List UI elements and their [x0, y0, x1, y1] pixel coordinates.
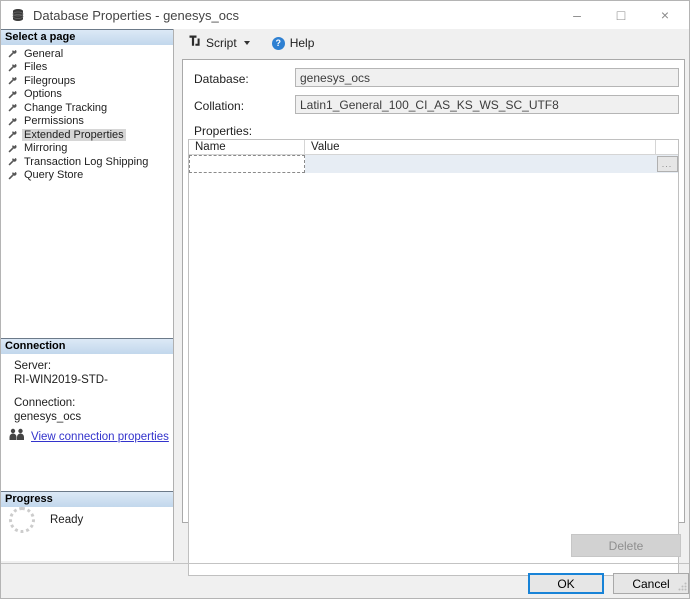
minimize-button[interactable]: –	[555, 1, 599, 29]
connection-label: Connection:	[14, 396, 169, 410]
progress-status: Ready	[50, 514, 83, 526]
grid-header-row: Name Value	[189, 140, 678, 155]
collation-label: Collation:	[194, 99, 244, 113]
sidebar: Select a page General Files Filegroups O…	[1, 29, 174, 561]
script-dropdown-caret-icon[interactable]	[244, 41, 250, 45]
wrench-icon	[8, 117, 17, 126]
extended-properties-page: Database: Collation: Properties: Name Va…	[182, 59, 685, 523]
grid-column-value[interactable]: Value	[305, 140, 656, 154]
sidebar-item-permissions[interactable]: Permissions	[1, 115, 173, 129]
help-label: Help	[290, 36, 315, 50]
wrench-icon	[8, 63, 17, 72]
sidebar-item-files[interactable]: Files	[1, 61, 173, 75]
script-icon	[188, 34, 201, 52]
collation-field[interactable]	[295, 95, 679, 114]
grid-column-actions	[656, 140, 678, 154]
wrench-icon	[8, 103, 17, 112]
script-label: Script	[206, 36, 237, 50]
connection-header: Connection	[1, 338, 173, 354]
properties-label: Properties:	[194, 124, 252, 138]
window-title: Database Properties - genesys_ocs	[33, 8, 239, 23]
view-connection-properties-row: View connection properties	[8, 428, 169, 446]
server-label: Server:	[14, 359, 169, 373]
script-button[interactable]: Script	[184, 32, 254, 54]
grid-cell-value[interactable]	[305, 155, 656, 173]
database-properties-dialog: Database Properties - genesys_ocs – □ × …	[0, 0, 690, 599]
sidebar-item-extended-properties[interactable]: Extended Properties	[1, 128, 173, 142]
grid-row: ...	[189, 155, 678, 173]
database-field[interactable]	[295, 68, 679, 87]
progress-spinner-icon	[9, 507, 35, 533]
properties-grid: Name Value ...	[188, 139, 679, 576]
sidebar-item-query-store[interactable]: Query Store	[1, 169, 173, 183]
grid-cell-name[interactable]	[189, 155, 305, 173]
sidebar-item-label: Change Tracking	[22, 102, 109, 114]
view-connection-properties-link[interactable]: View connection properties	[31, 431, 169, 443]
ok-button[interactable]: OK	[528, 573, 604, 594]
wrench-icon	[8, 144, 17, 153]
sidebar-item-label: Permissions	[22, 115, 86, 127]
page-list: General Files Filegroups Options Change …	[1, 47, 173, 182]
ellipsis-button[interactable]: ...	[657, 156, 678, 172]
close-button[interactable]: ×	[643, 1, 687, 29]
connection-properties-icon	[8, 428, 26, 446]
sidebar-item-label: Filegroups	[22, 75, 77, 87]
connection-value: genesys_ocs	[14, 410, 169, 424]
sidebar-item-label: General	[22, 48, 65, 60]
select-a-page-header: Select a page	[1, 29, 173, 45]
progress-header: Progress	[1, 491, 173, 507]
sidebar-item-transaction-log-shipping[interactable]: Transaction Log Shipping	[1, 155, 173, 169]
maximize-button[interactable]: □	[599, 1, 643, 29]
grid-column-name[interactable]: Name	[189, 140, 305, 154]
toolbar: Script ? Help	[174, 29, 689, 57]
wrench-icon	[8, 90, 17, 99]
wrench-icon	[8, 171, 17, 180]
grid-cell-actions: ...	[656, 155, 678, 173]
database-icon	[11, 8, 25, 22]
help-icon: ?	[272, 37, 285, 50]
sidebar-item-label: Query Store	[22, 169, 85, 181]
wrench-icon	[8, 76, 17, 85]
resize-grip[interactable]	[678, 578, 687, 596]
wrench-icon	[8, 49, 17, 58]
progress-status-row: Ready	[9, 507, 83, 533]
footer-divider	[1, 563, 689, 564]
sidebar-item-mirroring[interactable]: Mirroring	[1, 142, 173, 156]
database-label: Database:	[194, 72, 249, 86]
sidebar-item-change-tracking[interactable]: Change Tracking	[1, 101, 173, 115]
wrench-icon	[8, 130, 17, 139]
wrench-icon	[8, 157, 17, 166]
sidebar-item-options[interactable]: Options	[1, 88, 173, 102]
delete-button[interactable]: Delete	[571, 534, 681, 557]
sidebar-item-general[interactable]: General	[1, 47, 173, 61]
sidebar-item-label: Options	[22, 88, 64, 100]
sidebar-item-label: Transaction Log Shipping	[22, 156, 150, 168]
sidebar-item-label: Extended Properties	[22, 129, 126, 141]
sidebar-item-label: Mirroring	[22, 142, 69, 154]
window-controls: – □ ×	[555, 1, 687, 29]
sidebar-item-label: Files	[22, 61, 49, 73]
sidebar-item-filegroups[interactable]: Filegroups	[1, 74, 173, 88]
title-bar: Database Properties - genesys_ocs – □ ×	[1, 1, 689, 29]
help-button[interactable]: ? Help	[268, 34, 319, 52]
connection-info: Server: RI-WIN2019-STD- Connection: gene…	[14, 359, 169, 433]
server-value: RI-WIN2019-STD-	[14, 373, 169, 387]
